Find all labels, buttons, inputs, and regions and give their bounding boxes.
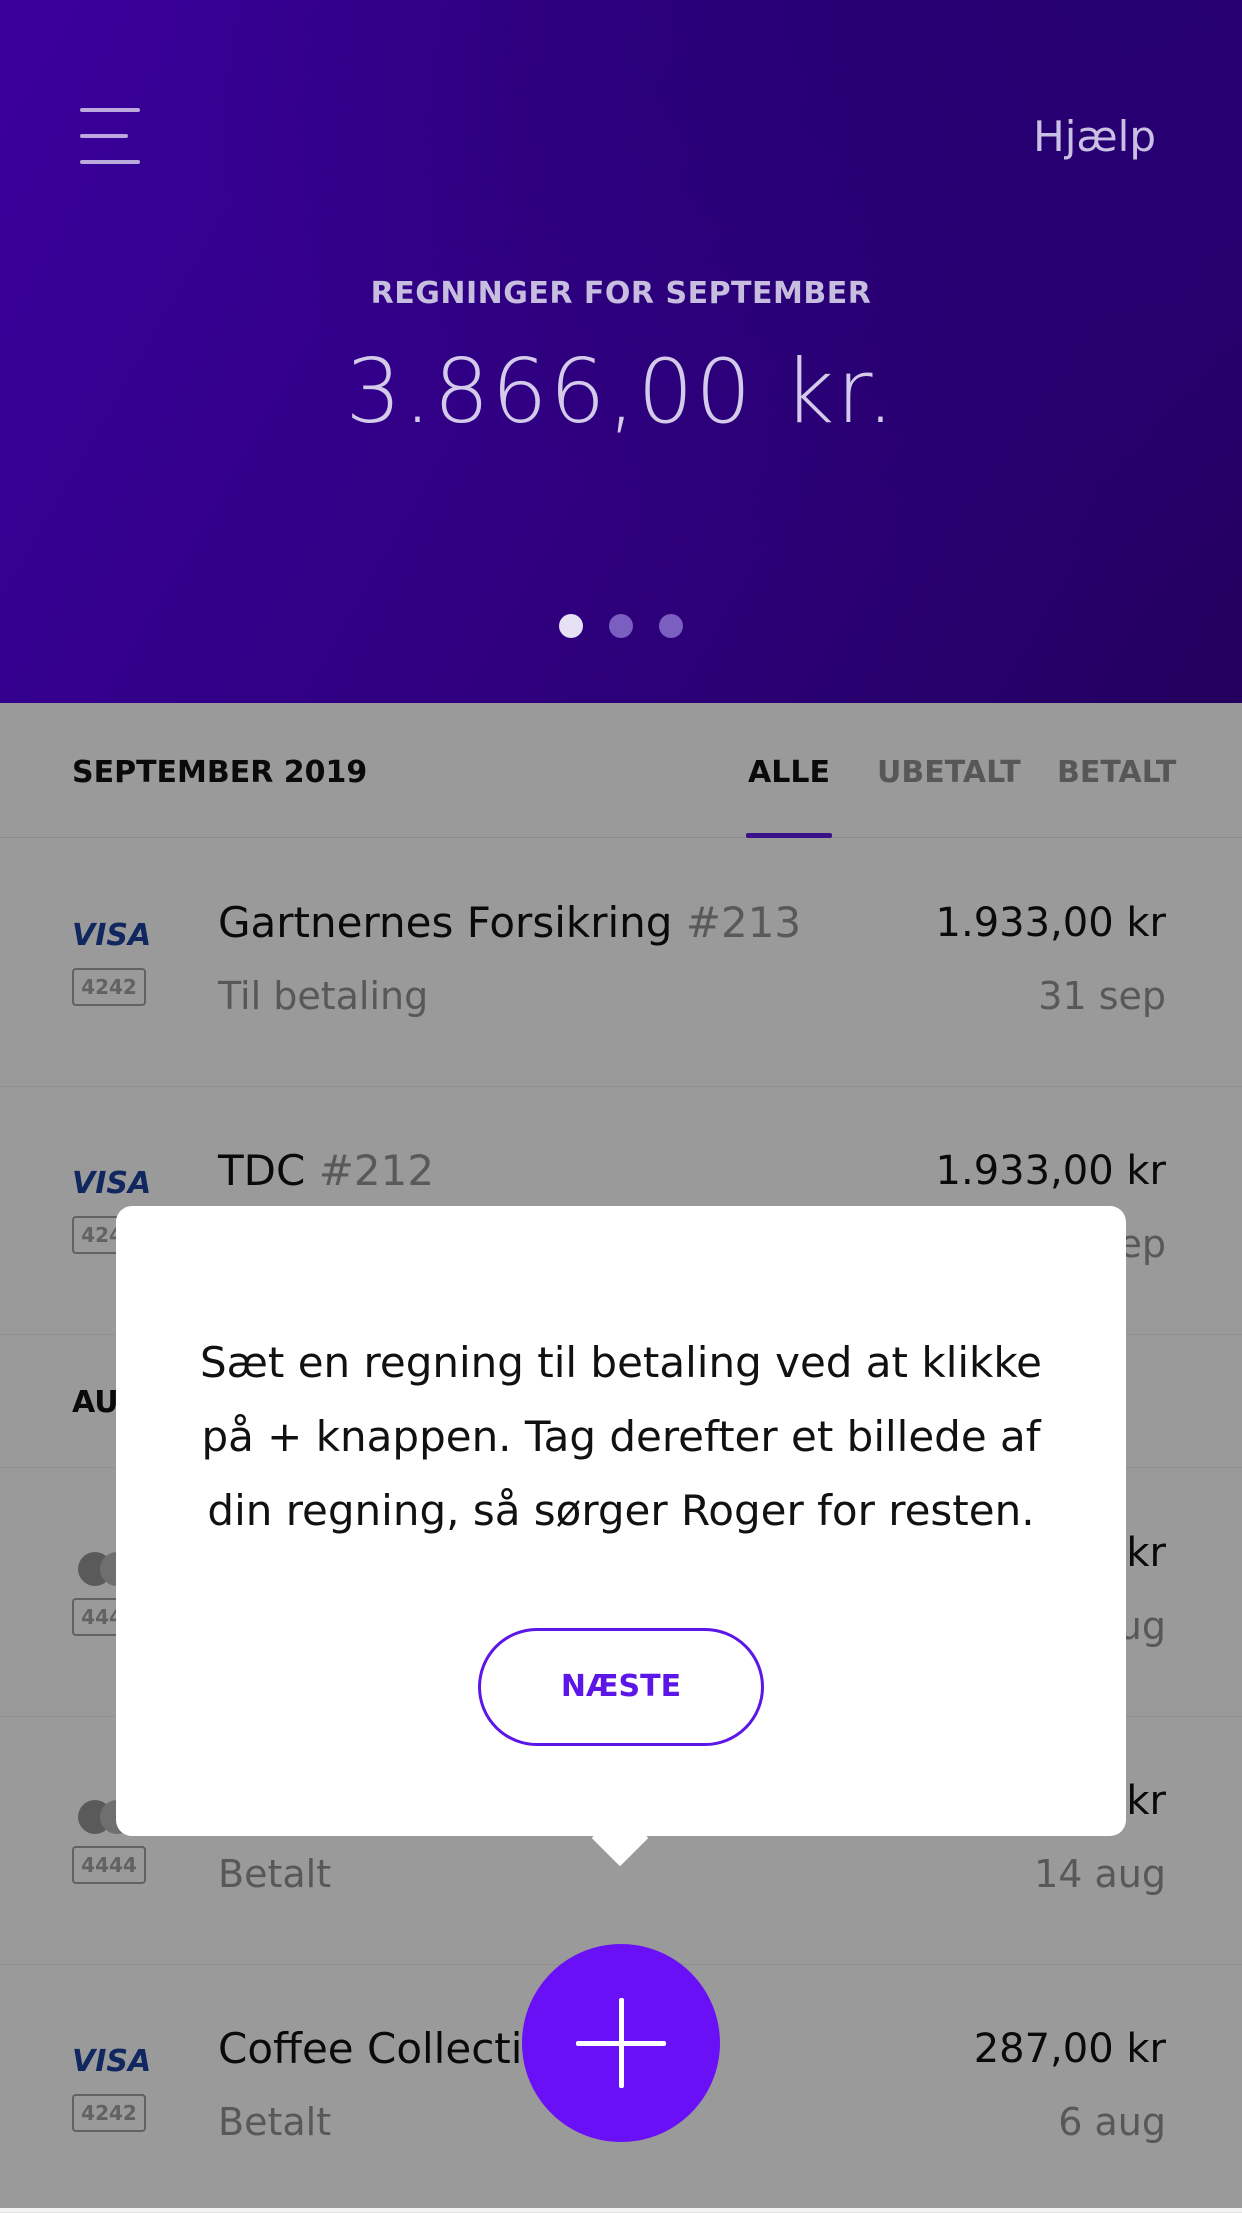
page-dot-2[interactable]: [609, 614, 633, 638]
add-bill-button[interactable]: [522, 1944, 720, 2142]
menu-icon[interactable]: [80, 108, 140, 164]
tooltip-message: Sæt en regning til betaling ved at klikk…: [199, 1338, 1043, 1535]
page-indicator[interactable]: [0, 614, 1242, 638]
bills-period-title: REGNINGER FOR SEPTEMBER: [370, 276, 872, 311]
plus-icon-vertical: [619, 1998, 624, 2088]
header: Hjælp REGNINGER FOR SEPTEMBER 3.866,00 k…: [0, 0, 1242, 703]
next-button[interactable]: NÆSTE: [478, 1628, 764, 1746]
total-amount: 3.866,00 kr.: [345, 340, 897, 443]
page-dot-1[interactable]: [559, 614, 583, 638]
help-link[interactable]: Hjælp: [1033, 112, 1156, 161]
onboarding-tooltip: Sæt en regning til betaling ved at klikk…: [116, 1206, 1126, 1836]
page-dot-3[interactable]: [659, 614, 683, 638]
